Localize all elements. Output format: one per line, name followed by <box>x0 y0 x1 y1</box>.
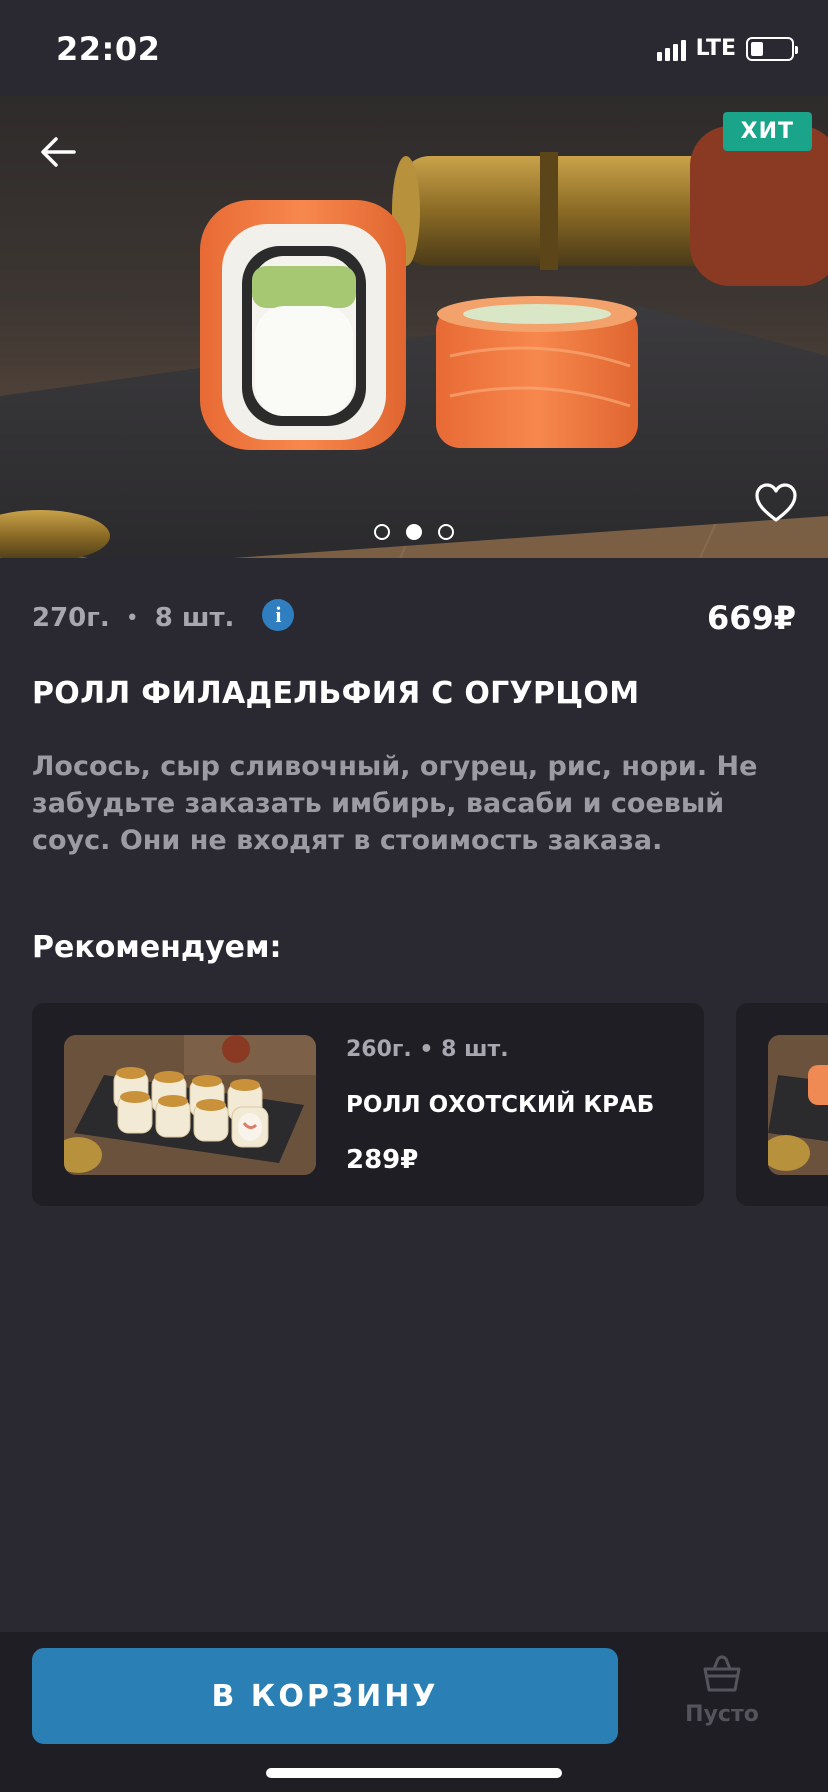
recommend-image <box>64 1035 316 1175</box>
hit-badge: ХИТ <box>722 112 812 151</box>
carousel-dot-active[interactable] <box>406 524 422 540</box>
status-bar: 22:02 LTE <box>0 0 828 96</box>
product-pieces: 8 шт. <box>154 603 235 633</box>
recommend-card[interactable]: 260г. • 8 шт. РОЛЛ ОХОТСКИЙ КРАБ 289₽ <box>32 1003 704 1206</box>
meta-separator: • <box>125 605 139 631</box>
battery-icon <box>746 36 798 61</box>
recommend-name: РОЛЛ ОХОТСКИЙ КРАБ <box>346 1092 655 1118</box>
carousel-dots <box>0 524 828 540</box>
carousel-dot[interactable] <box>438 524 454 540</box>
product-description: Лосось, сыр сливочный, огурец, рис, нори… <box>32 751 758 856</box>
back-arrow-icon <box>41 137 76 167</box>
product-title: РОЛЛ ФИЛАДЕЛЬФИЯ С ОГУРЦОМ <box>32 676 640 711</box>
basket-icon <box>703 1655 741 1692</box>
recommend-card-next[interactable] <box>736 1003 828 1206</box>
basket-button[interactable]: Пусто <box>680 1654 764 1734</box>
add-to-cart-button[interactable]: В КОРЗИНУ <box>32 1648 618 1744</box>
heart-icon <box>755 483 797 522</box>
product-weight: 270г. <box>32 603 110 633</box>
favorite-button[interactable] <box>754 482 798 524</box>
network-type: LTE <box>695 36 736 61</box>
carousel-dot[interactable] <box>374 524 390 540</box>
product-meta: 270г. • 8 шт. 669₽ <box>32 598 796 638</box>
basket-label: Пусто <box>685 1702 759 1727</box>
status-time: 22:02 <box>56 30 161 68</box>
recommend-image-next <box>768 1035 828 1175</box>
back-button[interactable] <box>36 130 80 174</box>
status-indicators: LTE <box>656 36 798 61</box>
recommend-price: 289₽ <box>346 1145 419 1175</box>
recommend-heading: Рекомендуем: <box>32 930 282 965</box>
sushi-photo <box>0 96 828 558</box>
recommend-meta: 260г. • 8 шт. <box>346 1037 509 1062</box>
product-price: 669₽ <box>706 599 796 637</box>
info-icon[interactable] <box>262 599 295 631</box>
home-indicator[interactable] <box>266 1768 562 1778</box>
product-image-carousel[interactable]: ХИТ <box>0 96 828 558</box>
signal-icon <box>656 37 686 61</box>
